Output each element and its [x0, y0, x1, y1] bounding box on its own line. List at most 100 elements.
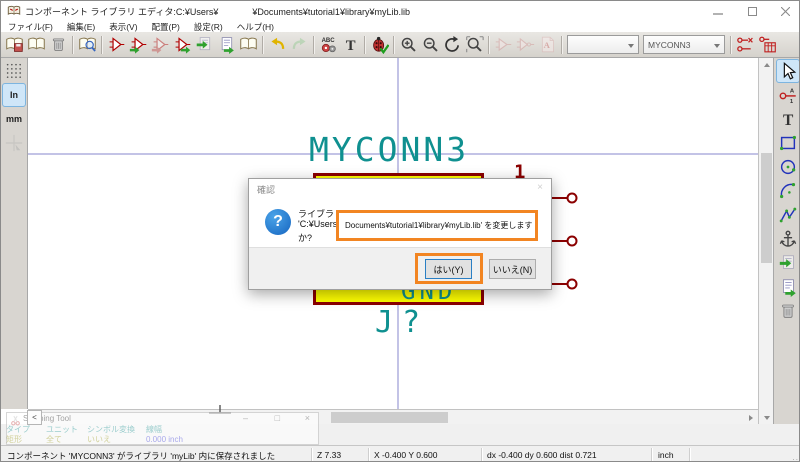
- export-component-button[interactable]: [215, 34, 237, 56]
- close-button[interactable]: [769, 1, 799, 21]
- library-file-icon: [27, 37, 45, 50]
- menu-edit[interactable]: 編集(E): [67, 21, 95, 32]
- erc-check-button[interactable]: [368, 34, 390, 56]
- pin-sync-button[interactable]: [734, 34, 756, 56]
- menu-view[interactable]: 表示(V): [109, 21, 137, 32]
- toolbar-separator: [361, 35, 368, 55]
- ghost-back-button: <: [27, 410, 42, 425]
- load-component-button[interactable]: [127, 34, 149, 56]
- properties-icon: ABC: [321, 38, 336, 53]
- no-button[interactable]: いいえ(N): [489, 259, 536, 279]
- v-scroll-thumb[interactable]: [761, 153, 772, 263]
- text-icon: T: [783, 112, 794, 129]
- alias-select: [567, 35, 639, 54]
- export-icon: [221, 37, 234, 54]
- app-window: コンポーネント ライブラリ エディタ:C:¥Users¥ ¥Documents¥t…: [0, 0, 800, 462]
- polyline-tool[interactable]: [777, 204, 799, 226]
- anchor-tool[interactable]: [777, 228, 799, 250]
- delete-component-button[interactable]: [47, 34, 69, 56]
- text-tool[interactable]: T: [777, 108, 799, 130]
- demorgan-normal-button: [492, 34, 514, 56]
- library-file-button[interactable]: [25, 34, 47, 56]
- unit-mm-button[interactable]: mm: [3, 108, 25, 130]
- rect-tool[interactable]: [777, 132, 799, 154]
- properties-button[interactable]: ABC: [317, 34, 339, 56]
- svg-text:ABC: ABC: [321, 38, 335, 44]
- anchor-icon: [779, 230, 796, 247]
- svg-text:1: 1: [789, 99, 793, 105]
- unit-inch-button[interactable]: In: [2, 83, 26, 107]
- zoom-redraw-icon: [444, 36, 459, 52]
- unit-indicator: inch: [658, 450, 674, 460]
- library-browser-icon: [78, 37, 96, 52]
- scroll-up-arrow[interactable]: [759, 58, 774, 71]
- component-reference[interactable]: J?: [375, 305, 429, 340]
- zoom-fit-button[interactable]: [463, 34, 485, 56]
- pin-table-button[interactable]: [756, 34, 778, 56]
- cursor-position: X -0.400 Y 0.600: [374, 450, 438, 460]
- right-toolbar: A1 T: [773, 58, 799, 461]
- import-icon: [779, 255, 794, 269]
- zoom-level: Z 7.33: [317, 450, 342, 460]
- cursor-delta: dx -0.400 dy 0.600 dist 0.721: [487, 450, 597, 460]
- vertical-scrollbar[interactable]: [758, 58, 773, 424]
- zoom-in-icon: [401, 37, 416, 52]
- component-name-text[interactable]: MYCONN3: [309, 130, 469, 169]
- grid-icon: [6, 63, 21, 78]
- arc-tool[interactable]: [777, 180, 799, 202]
- dialog-message-line3: か?: [298, 233, 313, 243]
- scroll-right-arrow[interactable]: [743, 411, 758, 424]
- menu-help[interactable]: ヘルプ(H): [237, 21, 274, 32]
- save-library-button[interactable]: [3, 34, 25, 56]
- pin-tool[interactable]: A1: [777, 84, 799, 106]
- demorgan-convert-button: [514, 34, 536, 56]
- h-scroll-thumb[interactable]: [331, 412, 448, 423]
- zoom-redraw-button[interactable]: [441, 34, 463, 56]
- new-component-button[interactable]: [105, 34, 127, 56]
- menu-place[interactable]: 配置(P): [152, 21, 180, 32]
- left-toolbar: In mm: [1, 58, 28, 409]
- chevron-down-icon: [628, 44, 634, 48]
- close-icon: [780, 6, 790, 16]
- resize-grip[interactable]: ..: [793, 453, 799, 461]
- edit-doc-button[interactable]: [237, 34, 259, 56]
- scissors-icon: [11, 415, 20, 426]
- select-tool[interactable]: [775, 59, 799, 83]
- circle-icon: [780, 159, 795, 175]
- toolbar-separator: [558, 35, 565, 55]
- ghost-minimize-icon: –: [242, 413, 248, 423]
- save-component-button[interactable]: [171, 34, 193, 56]
- library-browser-button[interactable]: [76, 34, 98, 56]
- grid-toggle-button[interactable]: [3, 60, 25, 82]
- import-tool[interactable]: [777, 252, 799, 274]
- maximize-button[interactable]: [735, 1, 769, 21]
- save-library-icon: [5, 37, 23, 52]
- dialog-close-icon[interactable]: ×: [537, 182, 543, 193]
- import-component-button[interactable]: [193, 34, 215, 56]
- demorgan-normal-icon: [495, 37, 511, 52]
- scroll-down-arrow[interactable]: [759, 411, 774, 424]
- datasheet-button: A: [536, 34, 558, 56]
- minimize-button[interactable]: [701, 1, 735, 21]
- delete-tool[interactable]: [777, 300, 799, 322]
- ghost-close-icon: ×: [304, 413, 310, 423]
- ghost-maximize-icon: □: [274, 413, 280, 423]
- minimize-icon: [713, 13, 723, 15]
- circle-tool[interactable]: [777, 156, 799, 178]
- annotation-highlight-yes: [415, 253, 483, 284]
- new-component-icon: [109, 37, 124, 52]
- component-select[interactable]: MYCONN3: [643, 35, 725, 54]
- toolbar-separator: [310, 35, 317, 55]
- zoom-in-button[interactable]: [397, 34, 419, 56]
- rect-icon: [779, 135, 796, 151]
- select-icon: [783, 61, 796, 80]
- field-editor-button[interactable]: T: [339, 34, 361, 56]
- undo-button[interactable]: [266, 34, 288, 56]
- export-tool[interactable]: [777, 276, 799, 298]
- import-icon: [196, 37, 210, 51]
- menu-file[interactable]: ファイル(F): [8, 21, 53, 32]
- save-component-icon: [175, 37, 190, 54]
- toolbar-separator: [259, 35, 266, 55]
- zoom-out-button[interactable]: [419, 34, 441, 56]
- menu-preferences[interactable]: 設定(R): [194, 21, 223, 32]
